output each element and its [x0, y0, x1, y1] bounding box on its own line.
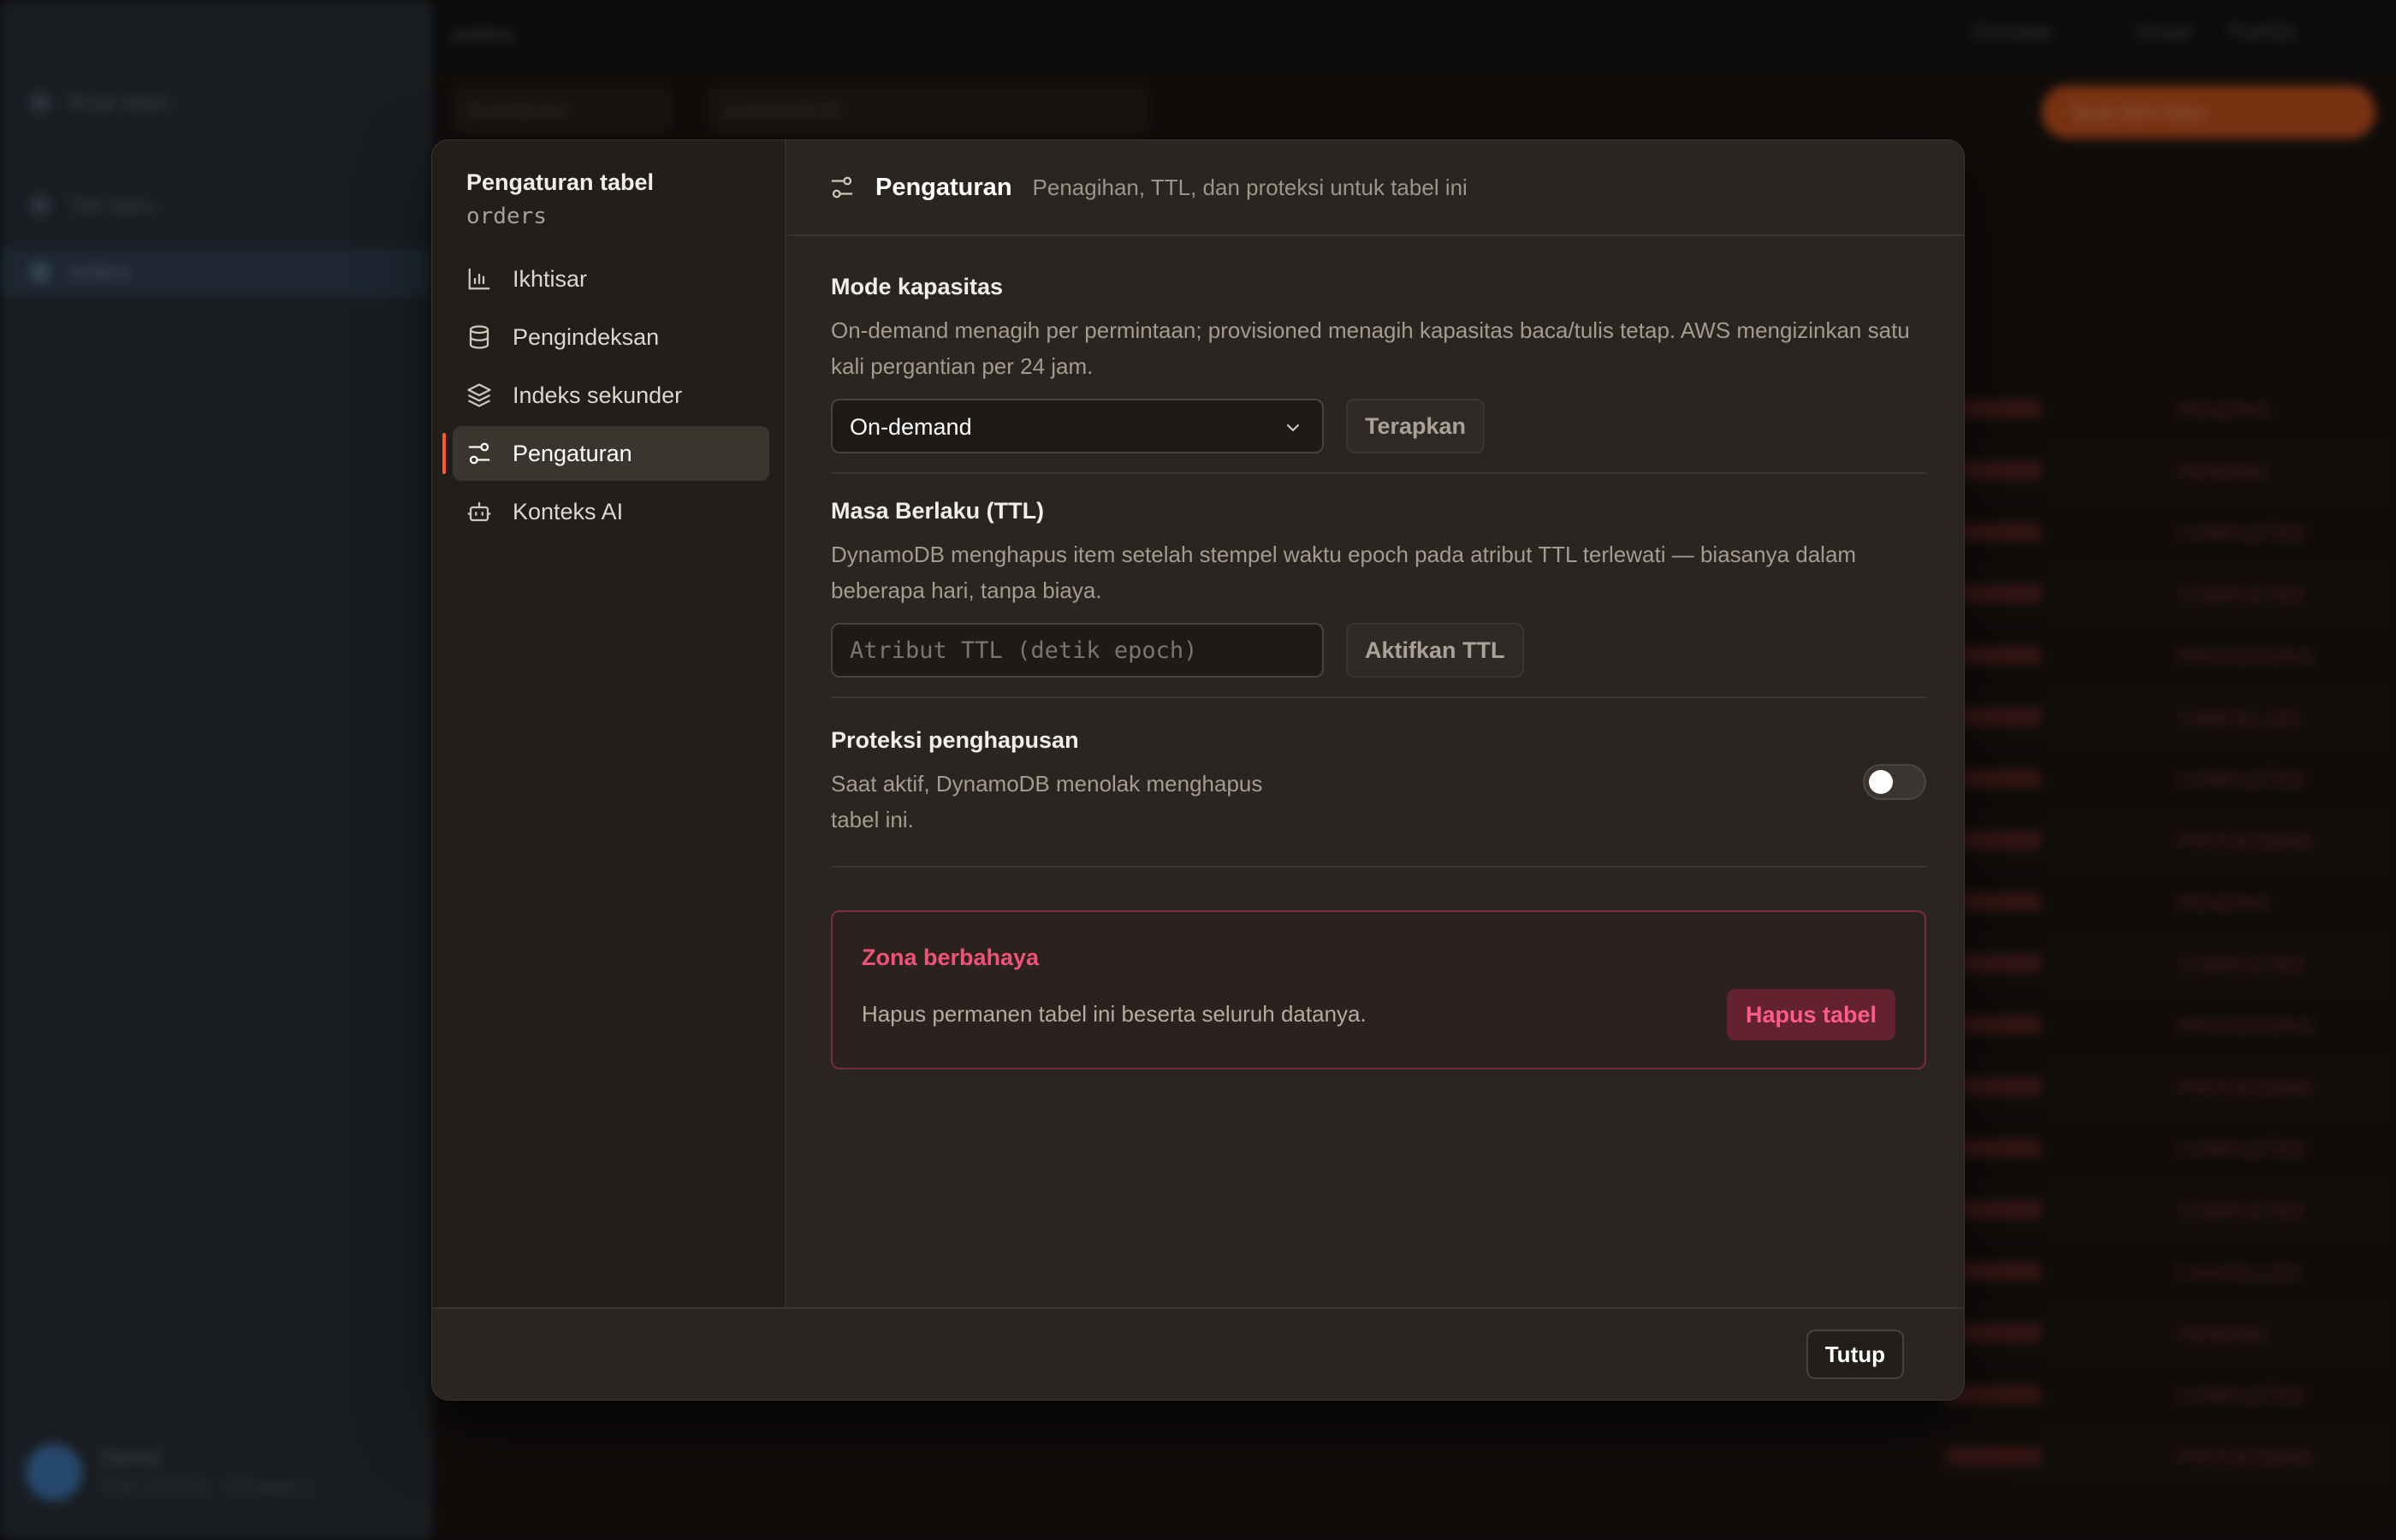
danger-zone-title: Zona berbahaya — [862, 945, 1040, 970]
nav-item-label: Indeks sekunder — [513, 382, 683, 408]
protection-section: Proteksi penghapusan Saat aktif, DynamoD… — [831, 727, 1310, 838]
nav-item-label: Ikhtisar — [513, 265, 588, 292]
settings-title: Pengaturan — [875, 173, 1012, 201]
nav-item-ikhtisar[interactable]: Ikhtisar — [453, 252, 769, 306]
ttl-title: Masa Berlaku (TTL) — [831, 498, 1045, 524]
modal-sidebar-title: Pengaturan tabel — [466, 169, 655, 195]
apply-capacity-button[interactable]: Terapkan — [1346, 399, 1486, 453]
sliders-icon — [468, 442, 490, 465]
nav-item-label: Pengindeksan — [513, 323, 660, 350]
protection-title: Proteksi penghapusan — [831, 727, 1079, 753]
ttl-description: DynamoDB menghapus item setelah stempel … — [831, 542, 1857, 603]
deletion-protection-toggle[interactable] — [1863, 764, 1926, 800]
modal-footer: Tutup — [432, 1307, 1964, 1400]
danger-zone-description: Hapus permanen tabel ini beserta seluruh… — [862, 1001, 1367, 1027]
nav-item-konteks-ai[interactable]: Konteks AI — [453, 484, 769, 539]
sliders-icon — [831, 176, 853, 198]
ttl-attribute-input[interactable] — [831, 623, 1324, 678]
chevron-down-icon — [1287, 424, 1299, 432]
nav-item-label: Pengaturan — [513, 440, 632, 466]
capacity-title: Mode kapasitas — [831, 274, 1004, 299]
modal-sidebar: Pengaturan tabel orders Ikhtisar Pengind… — [432, 140, 786, 1309]
capacity-mode-value: On-demand — [850, 414, 972, 440]
nav-item-pengindeksan[interactable]: Pengindeksan — [453, 310, 769, 364]
table-settings-modal: Pengaturan tabel orders Ikhtisar Pengind… — [431, 139, 1965, 1401]
protection-description: Saat aktif, DynamoDB menolak menghapus t… — [831, 771, 1263, 832]
nav-item-label: Konteks AI — [513, 498, 624, 524]
toggle-knob — [1869, 770, 1893, 794]
modal-content: Pengaturan Penagihan, TTL, dan proteksi … — [788, 140, 1964, 1309]
layers-icon — [467, 383, 491, 407]
capacity-description: On-demand menagih per permintaan; provis… — [831, 317, 1910, 379]
bar-chart-icon — [468, 268, 490, 290]
divider — [831, 696, 1926, 698]
settings-subtitle: Penagihan, TTL, dan proteksi untuk tabel… — [1032, 174, 1468, 200]
database-icon — [469, 325, 489, 349]
settings-header: Pengaturan Penagihan, TTL, dan proteksi … — [788, 140, 1964, 236]
bot-icon — [467, 501, 491, 522]
capacity-mode-select[interactable]: On-demand — [831, 399, 1324, 453]
nav-item-pengaturan[interactable]: Pengaturan — [442, 426, 769, 481]
divider — [831, 472, 1926, 474]
divider — [831, 866, 1926, 868]
danger-zone: Zona berbahaya Hapus permanen tabel ini … — [831, 910, 1926, 1069]
ttl-section: Masa Berlaku (TTL) DynamoDB menghapus it… — [831, 498, 1926, 608]
settings-nav: Ikhtisar Pengindeksan Indeks sekunder Pe… — [442, 252, 769, 542]
close-button[interactable]: Tutup — [1806, 1330, 1904, 1379]
table-name: orders — [466, 204, 547, 229]
capacity-section: Mode kapasitas On-demand menagih per per… — [831, 274, 1926, 384]
enable-ttl-button[interactable]: Aktifkan TTL — [1346, 623, 1524, 678]
delete-table-button[interactable]: Hapus tabel — [1726, 989, 1895, 1040]
nav-item-indeks-sekunder[interactable]: Indeks sekunder — [453, 368, 769, 423]
